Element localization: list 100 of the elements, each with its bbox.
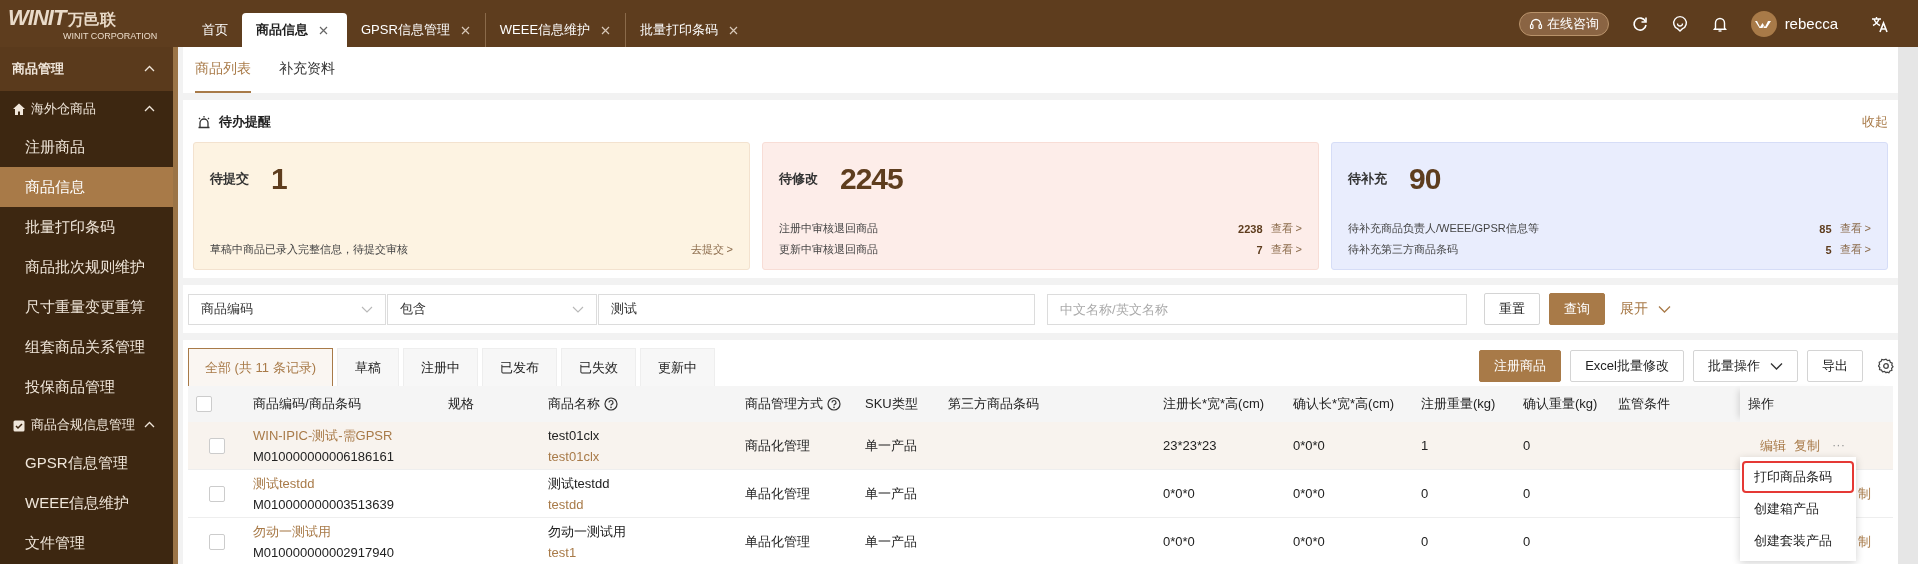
sidebar-item[interactable]: 组套商品关系管理 [0, 327, 173, 367]
toolbar-button[interactable]: Excel批量修改 [1570, 350, 1684, 382]
table-cell: 0*0*0 [1293, 486, 1325, 501]
sidebar-item[interactable]: 批量打印条码 [0, 207, 173, 247]
toolbar-button[interactable]: 批量操作 [1693, 350, 1798, 382]
table-cell: 0 [1421, 486, 1429, 501]
page-tab[interactable]: 商品信息 [242, 13, 347, 47]
sidebar-item[interactable]: 文件管理 [0, 523, 173, 563]
product-code-link[interactable]: WIN-IPIC-测试-需GPSR [253, 424, 432, 446]
refresh-icon[interactable] [1630, 14, 1649, 33]
search-field[interactable]: 测试 [598, 293, 1035, 325]
column-header[interactable]: 规格 [448, 395, 474, 413]
table-cell: 单一产品 [865, 533, 917, 549]
action-link[interactable]: 复制 [1794, 436, 1820, 455]
reset-button[interactable]: 重置 [1484, 293, 1540, 325]
menu-subgroup[interactable]: 商品合规信息管理 [0, 407, 173, 443]
table-cell: 0 [1523, 486, 1531, 501]
sub-tab[interactable]: 商品列表 [195, 47, 251, 93]
sidebar-item[interactable]: 商品信息 [0, 167, 173, 207]
page-tab[interactable]: GPSR信息管理 [347, 13, 485, 47]
action-link[interactable]: 制 [1858, 532, 1871, 551]
column-header[interactable]: 操作 [1748, 395, 1774, 413]
page-tab[interactable]: 首页 [188, 13, 242, 47]
logo-name: 万邑联 [68, 9, 117, 30]
toolbar-button[interactable]: 导出 [1807, 350, 1863, 382]
toolbar-button[interactable]: 注册商品 [1479, 350, 1562, 382]
sidebar-item[interactable]: 商品批次规则维护 [0, 247, 173, 287]
checklist-icon [12, 418, 26, 432]
headset-icon [1528, 16, 1543, 31]
status-tab[interactable]: 已发布 [482, 348, 557, 386]
status-tab[interactable]: 草稿 [337, 348, 399, 386]
checkbox[interactable] [196, 396, 212, 413]
help-icon[interactable] [604, 397, 618, 411]
product-code-link[interactable]: 勿动一测试用 [253, 520, 432, 542]
avatar-icon[interactable] [1750, 10, 1777, 37]
view-link[interactable]: 去提交 > [690, 242, 733, 257]
reminder-text: 更新中审核退回商品 [779, 242, 879, 257]
status-tab[interactable]: 更新中 [640, 348, 715, 386]
table-cell-text: 测试testdd [548, 474, 611, 493]
select-field[interactable]: 包含 [387, 293, 597, 325]
smile-chat-icon[interactable] [1670, 14, 1689, 33]
help-icon[interactable] [827, 397, 841, 411]
table-cell: 0 [1523, 534, 1531, 549]
view-link[interactable]: 查看 > [1839, 242, 1871, 257]
logo-wordmark: WINIT [8, 6, 66, 29]
menu-item[interactable]: 创建套装产品 [1742, 525, 1854, 557]
view-link[interactable]: 查看 > [1270, 242, 1302, 257]
logo-tagline: WINIT CORPORATION [63, 30, 159, 41]
view-link[interactable]: 查看 > [1839, 221, 1871, 236]
close-icon[interactable] [728, 24, 740, 36]
sub-tab[interactable]: 补充资料 [279, 47, 335, 93]
close-icon[interactable] [600, 24, 612, 36]
card-label: 待修改 [779, 170, 818, 188]
table-cell-text: test1 [548, 543, 578, 562]
status-tab[interactable]: 已失效 [561, 348, 636, 386]
collapse-link[interactable]: 收起 [1862, 113, 1888, 131]
table-cell: 0 [1523, 438, 1531, 453]
user-name[interactable]: rebecca [1784, 15, 1838, 32]
card-count: 1 [271, 162, 287, 196]
column-header[interactable]: 监管条件 [1618, 395, 1670, 413]
sidebar-item[interactable]: WEEE信息维护 [0, 483, 173, 523]
table-cell-text: M010000000002917940 [253, 543, 395, 562]
close-icon[interactable] [459, 24, 471, 36]
table-cell: 单一产品 [865, 437, 917, 453]
reminder-count: 7 [1256, 243, 1263, 256]
table-cell-text: M010000000006186161 [253, 447, 395, 466]
scrollbar[interactable] [1898, 47, 1918, 564]
settings-icon[interactable] [1878, 358, 1894, 374]
sidebar-item[interactable]: GPSR信息管理 [0, 443, 173, 483]
checkbox[interactable] [208, 437, 225, 454]
status-tab[interactable]: 注册中 [403, 348, 478, 386]
chevron-down-icon [1770, 361, 1783, 371]
expand-link[interactable]: 展开 [1620, 300, 1671, 318]
close-icon[interactable] [318, 24, 329, 36]
action-link[interactable]: 编辑 [1760, 436, 1786, 455]
caret-icon [144, 420, 155, 430]
menu-item[interactable]: 打印商品条码 [1742, 461, 1854, 493]
action-link[interactable]: 制 [1858, 484, 1871, 503]
view-link[interactable]: 查看 > [1270, 221, 1302, 236]
menu-subgroup[interactable]: 海外仓商品 [0, 91, 173, 127]
card-label: 待提交 [210, 170, 249, 188]
sidebar-item[interactable]: 尺寸重量变更重算 [0, 287, 173, 327]
checkbox[interactable] [208, 485, 225, 502]
reminder-count: 85 [1819, 222, 1832, 235]
search-button[interactable]: 查询 [1549, 293, 1605, 325]
status-tab[interactable]: 全部 (共 11 条记录) [188, 348, 333, 386]
menu-group-header[interactable]: 商品管理 [0, 47, 173, 91]
product-code-link[interactable]: 测试testdd [253, 472, 432, 494]
online-consult-button[interactable]: 在线咨询 [1518, 11, 1609, 36]
checkbox[interactable] [208, 533, 225, 550]
column-header[interactable]: 商品名称 [548, 395, 618, 413]
chevron-down-icon [361, 304, 373, 314]
select-field[interactable]: 商品编码 [188, 293, 386, 325]
sidebar-item[interactable]: 注册商品 [0, 127, 173, 167]
table-cell: 23*23*23 [1163, 438, 1217, 453]
sidebar-item[interactable]: 投保商品管理 [0, 367, 173, 407]
table-cell: 0*0*0 [1293, 438, 1325, 453]
table-cell-text: testdd [548, 495, 585, 514]
translate-icon[interactable] [1870, 14, 1890, 33]
name-field[interactable]: 中文名称/英文名称 [1047, 293, 1467, 325]
